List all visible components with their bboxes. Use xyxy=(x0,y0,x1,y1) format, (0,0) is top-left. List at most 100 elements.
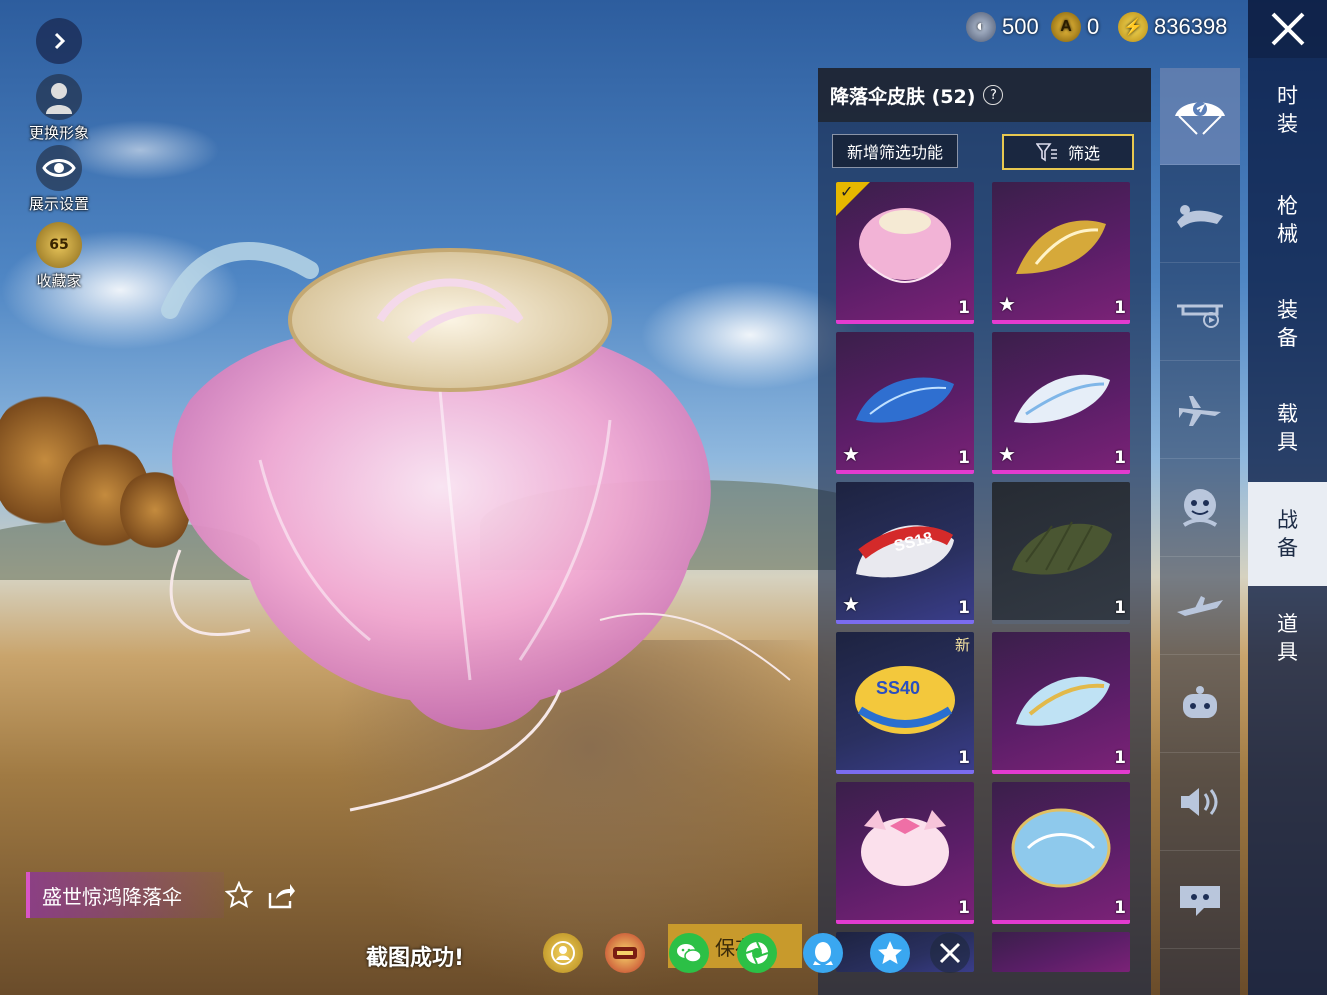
tab-items[interactable]: 道具 xyxy=(1248,586,1327,690)
emote-icon xyxy=(1182,489,1218,527)
close-icon xyxy=(1271,12,1304,46)
tab-label: 枪械 xyxy=(1277,194,1298,246)
tab-battle-gear[interactable]: 战备 xyxy=(1248,482,1327,586)
help-icon[interactable]: ? xyxy=(983,85,1004,105)
tab-label: 装备 xyxy=(1277,298,1298,350)
new-filter-feature-button[interactable]: 新增筛选功能 xyxy=(832,134,958,168)
voice-icon xyxy=(1181,788,1218,816)
wechat-icon xyxy=(677,944,702,963)
share-qzone-button[interactable] xyxy=(870,933,910,973)
new-badge: 新 xyxy=(954,636,970,654)
filter-funnel-icon xyxy=(1035,143,1057,162)
parachute-icon xyxy=(1175,102,1225,135)
checkmark-icon: ✓ xyxy=(840,182,854,201)
item-card-4[interactable]: ★ 1 xyxy=(992,332,1130,474)
item-name-bar: 盛世惊鸿降落伞 xyxy=(26,872,224,918)
category-skydive[interactable] xyxy=(1160,166,1240,263)
main-tab-column: 时装 枪械 装备 载具 战备 道具 xyxy=(1248,58,1327,995)
share-game-club-button[interactable] xyxy=(605,933,645,973)
silver-coin-icon: ◐ xyxy=(966,12,996,42)
ucoin-icon: A xyxy=(1051,12,1081,42)
friends-icon xyxy=(551,941,575,965)
collector-level: 65 xyxy=(49,237,69,253)
tab-vehicles[interactable]: 载具 xyxy=(1248,376,1327,480)
change-avatar-button[interactable]: 更换形象 xyxy=(19,74,99,143)
star-icon: ★ xyxy=(842,592,860,616)
tab-fashion[interactable]: 时装 xyxy=(1248,58,1327,162)
collector-button[interactable]: 65 收藏家 xyxy=(19,222,99,291)
silver-currency[interactable]: ◐ 500 xyxy=(966,12,1039,42)
share-icon xyxy=(268,884,295,909)
chat-icon xyxy=(1180,886,1220,916)
close-icon xyxy=(939,942,961,964)
tab-equipment[interactable]: 装备 xyxy=(1248,272,1327,376)
collector-label: 收藏家 xyxy=(36,272,82,290)
skydive-icon xyxy=(1177,205,1223,228)
subcategory-column xyxy=(1160,68,1240,995)
item-card-6[interactable]: 1 xyxy=(992,482,1130,624)
item-card-partial[interactable] xyxy=(992,932,1130,972)
item-quantity: 1 xyxy=(958,748,970,768)
qzone-star-icon xyxy=(878,941,902,964)
bp-value: 836398 xyxy=(1154,14,1228,39)
category-voice[interactable] xyxy=(1160,754,1240,851)
share-friends-button[interactable] xyxy=(543,933,583,973)
eye-icon xyxy=(36,145,82,191)
filter-label: 筛选 xyxy=(1067,144,1100,163)
item-card-1[interactable]: ✓ 1 xyxy=(836,182,974,324)
item-quantity: 1 xyxy=(958,448,970,468)
plane-icon xyxy=(1179,396,1221,426)
item-quantity: 1 xyxy=(1114,748,1126,768)
share-qq-button[interactable] xyxy=(803,933,843,973)
expand-menu-button[interactable] xyxy=(19,18,99,64)
new-filter-label: 新增筛选功能 xyxy=(846,143,943,162)
screenshot-success-toast: 截图成功! xyxy=(366,946,465,971)
display-settings-button[interactable]: 展示设置 xyxy=(19,145,99,214)
item-quantity: 1 xyxy=(1114,298,1126,318)
ss40-logo-text: SS40 xyxy=(876,678,920,698)
companion-icon xyxy=(1183,686,1217,718)
item-quantity: 1 xyxy=(958,298,970,318)
favorite-button[interactable] xyxy=(224,880,254,910)
close-button[interactable] xyxy=(1248,0,1327,58)
category-glider[interactable] xyxy=(1160,558,1240,655)
item-card-8[interactable]: 1 xyxy=(992,632,1130,774)
ucoin-currency[interactable]: A 0 xyxy=(1051,12,1099,42)
panel-header: 降落伞皮肤 (52) ? xyxy=(818,68,1151,122)
item-quantity: 1 xyxy=(1114,448,1126,468)
glider-icon xyxy=(1177,596,1223,616)
tab-label: 时装 xyxy=(1277,84,1298,136)
category-chat[interactable] xyxy=(1160,852,1240,949)
item-card-3[interactable]: ★ 1 xyxy=(836,332,974,474)
tab-label: 道具 xyxy=(1277,612,1298,664)
moments-aperture-icon xyxy=(745,941,769,965)
bp-lightning-icon: ⚡ xyxy=(1118,12,1148,42)
item-card-5[interactable]: SS18 ★ 1 xyxy=(836,482,974,624)
bp-currency[interactable]: ⚡ 836398 xyxy=(1118,12,1227,42)
category-companion[interactable] xyxy=(1160,656,1240,753)
item-card-9[interactable]: 1 xyxy=(836,782,974,924)
collector-badge-icon: 65 xyxy=(36,222,82,268)
category-plane[interactable] xyxy=(1160,362,1240,459)
category-emote[interactable] xyxy=(1160,460,1240,557)
share-item-button[interactable] xyxy=(266,880,296,910)
panel-title: 降落伞皮肤 (52) xyxy=(830,85,976,108)
share-moments-button[interactable] xyxy=(737,933,777,973)
star-icon: ★ xyxy=(842,442,860,466)
item-card-7[interactable]: SS40 新 1 xyxy=(836,632,974,774)
tab-weapons[interactable]: 枪械 xyxy=(1248,168,1327,272)
drone-icon xyxy=(1177,304,1223,328)
featured-parachute-art xyxy=(161,242,791,812)
close-share-button[interactable] xyxy=(930,933,970,973)
category-parachute[interactable] xyxy=(1160,68,1240,165)
filter-button[interactable]: 筛选 xyxy=(1002,134,1134,170)
game-club-logo-icon xyxy=(613,947,637,959)
category-drone[interactable] xyxy=(1160,264,1240,361)
change-avatar-label: 更换形象 xyxy=(28,124,89,142)
ucoin-value: 0 xyxy=(1087,14,1100,39)
item-card-10[interactable]: 1 xyxy=(992,782,1130,924)
share-wechat-button[interactable] xyxy=(669,933,709,973)
item-quantity: 1 xyxy=(1114,598,1126,618)
item-card-2[interactable]: ★ 1 xyxy=(992,182,1130,324)
item-quantity: 1 xyxy=(1114,898,1126,918)
